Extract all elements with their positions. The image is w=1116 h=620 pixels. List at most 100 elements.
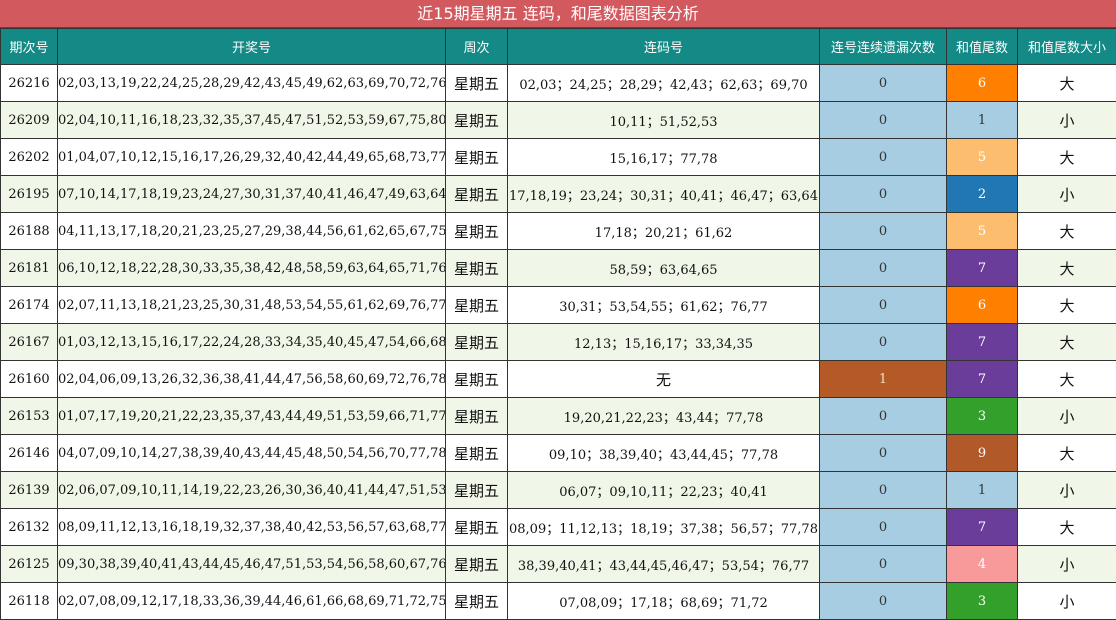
sum-tail-cell: 2: [947, 176, 1018, 213]
period-cell: 26125: [1, 546, 58, 583]
numbers-cell: 02,04,10,11,16,18,23,32,35,37,45,47,51,5…: [58, 102, 446, 139]
miss-count-cell: 0: [820, 250, 947, 287]
tail-size-cell: 大: [1018, 435, 1116, 472]
numbers-cell: 02,06,07,09,10,11,14,19,22,23,26,30,36,4…: [58, 472, 446, 509]
table-row: 2615301,07,17,19,20,21,22,23,35,37,43,44…: [1, 398, 1116, 435]
consecutive-cell: 17,18,19；23,24；30,31；40,41；46,47；63,64: [508, 176, 820, 213]
consecutive-cell: 06,07；09,10,11；22,23；40,41: [508, 472, 820, 509]
page-title: 近15期星期五 连码，和尾数据图表分析: [0, 0, 1116, 28]
numbers-cell: 02,04,06,09,13,26,32,36,38,41,44,47,56,5…: [58, 361, 446, 398]
table-row: 2618804,11,13,17,18,20,21,23,25,27,29,38…: [1, 213, 1116, 250]
header-numbers: 开奖号: [58, 29, 446, 65]
numbers-cell: 09,30,38,39,40,41,43,44,45,46,47,51,53,5…: [58, 546, 446, 583]
numbers-cell: 08,09,11,12,13,16,18,19,32,37,38,40,42,5…: [58, 509, 446, 546]
numbers-cell: 02,07,11,13,18,21,23,25,30,31,48,53,54,5…: [58, 287, 446, 324]
miss-count-cell: 0: [820, 583, 947, 620]
consecutive-cell: 07,08,09；17,18；68,69；71,72: [508, 583, 820, 620]
weekday-cell: 星期五: [446, 509, 508, 546]
table-row: 2618106,10,12,18,22,28,30,33,35,38,42,48…: [1, 250, 1116, 287]
weekday-cell: 星期五: [446, 546, 508, 583]
miss-count-cell: 0: [820, 509, 947, 546]
tail-size-cell: 大: [1018, 213, 1116, 250]
consecutive-cell: 无: [508, 361, 820, 398]
consecutive-cell: 10,11；51,52,53: [508, 102, 820, 139]
numbers-cell: 02,03,13,19,22,24,25,28,29,42,43,45,49,6…: [58, 65, 446, 102]
consecutive-cell: 15,16,17；77,78: [508, 139, 820, 176]
weekday-cell: 星期五: [446, 176, 508, 213]
sum-tail-cell: 3: [947, 398, 1018, 435]
tail-size-cell: 小: [1018, 583, 1116, 620]
miss-count-cell: 0: [820, 102, 947, 139]
sum-tail-cell: 1: [947, 102, 1018, 139]
miss-count-cell: 1: [820, 361, 947, 398]
period-cell: 26188: [1, 213, 58, 250]
table-row: 2616701,03,12,13,15,16,17,22,24,28,33,34…: [1, 324, 1116, 361]
weekday-cell: 星期五: [446, 398, 508, 435]
table-row: 2613208,09,11,12,13,16,18,19,32,37,38,40…: [1, 509, 1116, 546]
weekday-cell: 星期五: [446, 102, 508, 139]
weekday-cell: 星期五: [446, 435, 508, 472]
sum-tail-cell: 6: [947, 65, 1018, 102]
header-consecutive: 连码号: [508, 29, 820, 65]
period-cell: 26209: [1, 102, 58, 139]
table-row: 2616002,04,06,09,13,26,32,36,38,41,44,47…: [1, 361, 1116, 398]
numbers-cell: 01,07,17,19,20,21,22,23,35,37,43,44,49,5…: [58, 398, 446, 435]
tail-size-cell: 小: [1018, 546, 1116, 583]
header-period: 期次号: [1, 29, 58, 65]
sum-tail-cell: 5: [947, 213, 1018, 250]
table-row: 2617402,07,11,13,18,21,23,25,30,31,48,53…: [1, 287, 1116, 324]
sum-tail-cell: 5: [947, 139, 1018, 176]
miss-count-cell: 0: [820, 472, 947, 509]
table-row: 2620201,04,07,10,12,15,16,17,26,29,32,40…: [1, 139, 1116, 176]
numbers-cell: 04,07,09,10,14,27,38,39,40,43,44,45,48,5…: [58, 435, 446, 472]
miss-count-cell: 0: [820, 176, 947, 213]
sum-tail-cell: 7: [947, 361, 1018, 398]
sum-tail-cell: 1: [947, 472, 1018, 509]
miss-count-cell: 0: [820, 213, 947, 250]
header-tail-size: 和值尾数大小: [1018, 29, 1116, 65]
weekday-cell: 星期五: [446, 287, 508, 324]
numbers-cell: 02,07,08,09,12,17,18,33,36,39,44,46,61,6…: [58, 583, 446, 620]
consecutive-cell: 17,18；20,21；61,62: [508, 213, 820, 250]
tail-size-cell: 小: [1018, 102, 1116, 139]
sum-tail-cell: 7: [947, 250, 1018, 287]
table-row: 2620902,04,10,11,16,18,23,32,35,37,45,47…: [1, 102, 1116, 139]
numbers-cell: 04,11,13,17,18,20,21,23,25,27,29,38,44,5…: [58, 213, 446, 250]
header-weekday: 周次: [446, 29, 508, 65]
table-row: 2619507,10,14,17,18,19,23,24,27,30,31,37…: [1, 176, 1116, 213]
table-row: 2612509,30,38,39,40,41,43,44,45,46,47,51…: [1, 546, 1116, 583]
period-cell: 26139: [1, 472, 58, 509]
weekday-cell: 星期五: [446, 361, 508, 398]
period-cell: 26160: [1, 361, 58, 398]
consecutive-cell: 19,20,21,22,23；43,44；77,78: [508, 398, 820, 435]
period-cell: 26195: [1, 176, 58, 213]
period-cell: 26174: [1, 287, 58, 324]
consecutive-cell: 38,39,40,41；43,44,45,46,47；53,54；76,77: [508, 546, 820, 583]
miss-count-cell: 0: [820, 435, 947, 472]
header-miss-count: 连号连续遗漏次数: [820, 29, 947, 65]
numbers-cell: 06,10,12,18,22,28,30,33,35,38,42,48,58,5…: [58, 250, 446, 287]
tail-size-cell: 大: [1018, 250, 1116, 287]
numbers-cell: 07,10,14,17,18,19,23,24,27,30,31,37,40,4…: [58, 176, 446, 213]
consecutive-cell: 02,03；24,25；28,29；42,43；62,63；69,70: [508, 65, 820, 102]
weekday-cell: 星期五: [446, 139, 508, 176]
analysis-table: 期次号 开奖号 周次 连码号 连号连续遗漏次数 和值尾数 和值尾数大小 2621…: [0, 28, 1116, 620]
numbers-cell: 01,03,12,13,15,16,17,22,24,28,33,34,35,4…: [58, 324, 446, 361]
tail-size-cell: 大: [1018, 139, 1116, 176]
tail-size-cell: 小: [1018, 472, 1116, 509]
period-cell: 26153: [1, 398, 58, 435]
period-cell: 26181: [1, 250, 58, 287]
tail-size-cell: 大: [1018, 361, 1116, 398]
miss-count-cell: 0: [820, 139, 947, 176]
numbers-cell: 01,04,07,10,12,15,16,17,26,29,32,40,42,4…: [58, 139, 446, 176]
sum-tail-cell: 9: [947, 435, 1018, 472]
period-cell: 26146: [1, 435, 58, 472]
table-row: 2613902,06,07,09,10,11,14,19,22,23,26,30…: [1, 472, 1116, 509]
sum-tail-cell: 6: [947, 287, 1018, 324]
tail-size-cell: 大: [1018, 509, 1116, 546]
weekday-cell: 星期五: [446, 250, 508, 287]
period-cell: 26202: [1, 139, 58, 176]
tail-size-cell: 小: [1018, 398, 1116, 435]
tail-size-cell: 大: [1018, 65, 1116, 102]
weekday-cell: 星期五: [446, 65, 508, 102]
